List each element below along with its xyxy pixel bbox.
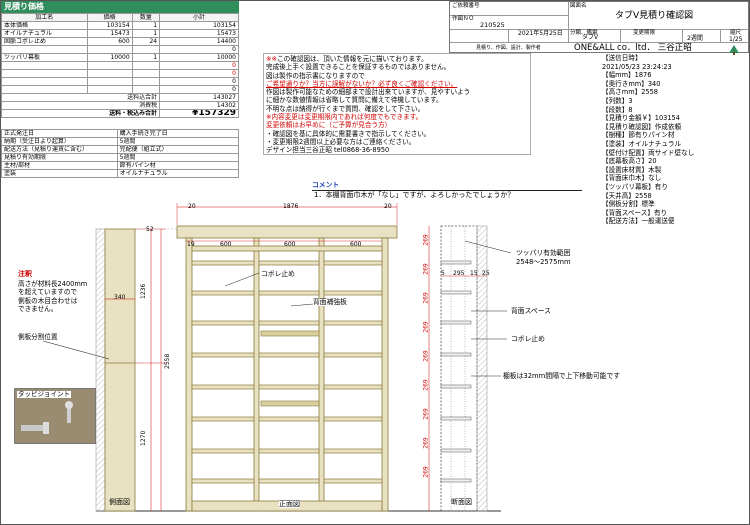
page: 見積り価格 加工名 価格 数量 小計 本体価格 103154 1 103154 オイルナチュラル… <box>0 0 750 525</box>
front-view <box>176 203 398 512</box>
front-shelf <box>258 416 320 422</box>
side-view <box>95 228 166 512</box>
side-dim-depth: 340 <box>114 294 126 301</box>
front-shelf <box>191 290 255 296</box>
joint-photo: タッピジョイント <box>14 388 96 444</box>
front-shelf <box>191 320 255 326</box>
section-spill: コボレ止め <box>511 335 545 343</box>
front-view-caption: 正面図 <box>279 500 300 508</box>
section-view-caption: 断面図 <box>451 498 472 506</box>
front-dim-col3: 600 <box>350 241 362 248</box>
section-pitch-label: 269 <box>422 466 430 478</box>
section-dim-depth: 295 <box>453 270 465 277</box>
section-shelf <box>440 260 472 265</box>
warning-line: を超えていますので <box>18 288 78 297</box>
section-tension-range: 2548〜2575mm <box>516 258 571 266</box>
front-shelf <box>258 384 320 390</box>
side-dim-top: 52 <box>146 226 154 233</box>
front-shelf <box>258 290 320 296</box>
front-dim-left: 20 <box>188 203 196 210</box>
section-pitch-labels: 269 269 269 269 269 269 269 269 269 <box>421 234 431 507</box>
front-spill-label: コボレ止め <box>261 270 295 278</box>
side-view-caption: 側面図 <box>109 498 130 506</box>
section-shelf <box>440 352 472 357</box>
warning-text: 高さが材料長2400mm を超えていますので 側板の木目合わせは できません。 <box>18 280 87 313</box>
front-dim-col1: 600 <box>220 241 232 248</box>
front-shelf <box>323 416 383 422</box>
split-label: 側板分割位置 <box>18 333 58 341</box>
warning-title: 注釈 <box>18 270 32 278</box>
section-shelf <box>440 320 472 325</box>
front-shelf <box>258 260 320 266</box>
front-shelf <box>191 448 255 454</box>
front-dim-width: 1876 <box>283 203 299 210</box>
front-dim-side: 19 <box>187 241 195 248</box>
front-reinforce-label: 背面補強板 <box>313 298 347 306</box>
warning-line: 側板の木目合わせは <box>18 296 78 305</box>
section-shelf <box>440 416 472 421</box>
front-shelf <box>323 320 383 326</box>
section-movable-note: 棚板は32mm間隔で上下移動可能です <box>503 372 621 380</box>
split-leader <box>21 340 113 361</box>
front-shelf <box>191 384 255 390</box>
warning-line: できません。 <box>18 304 58 313</box>
front-shelf <box>323 384 383 390</box>
section-tension-label: ツッパリ有効範囲 <box>516 249 571 257</box>
section-shelf <box>440 448 472 453</box>
front-shelf <box>323 260 383 266</box>
section-pitch-label: 269 <box>422 234 430 246</box>
front-shelf <box>258 320 320 326</box>
section-view <box>428 225 512 512</box>
section-pitch-label: 269 <box>422 379 430 391</box>
section-pitch-label: 269 <box>422 263 430 275</box>
side-dim-total: 2558 <box>164 353 171 369</box>
section-pitch-label: 269 <box>422 437 430 449</box>
section-dim-top: 5 <box>441 270 445 277</box>
front-shelf <box>323 478 383 484</box>
front-shelf <box>323 290 383 296</box>
front-shelf <box>191 416 255 422</box>
front-dim-col2: 600 <box>284 241 296 248</box>
section-dim-rear: 15 <box>470 270 478 277</box>
front-shelf <box>191 352 255 358</box>
side-dim-upper: 1236 <box>140 283 147 299</box>
section-pitch-label: 269 <box>422 350 430 362</box>
front-shelf <box>258 448 320 454</box>
front-shelf <box>323 448 383 454</box>
section-dim-back: 25 <box>482 270 490 277</box>
section-pitch-label: 269 <box>422 292 430 304</box>
section-pitch-label: 269 <box>422 321 430 333</box>
front-shelf <box>323 352 383 358</box>
front-shelf <box>258 478 320 484</box>
section-back-space: 背面スペース <box>511 307 551 315</box>
front-shelf <box>258 352 320 358</box>
drawing-canvas <box>95 203 512 512</box>
section-shelf <box>440 478 472 483</box>
side-dim-lower: 1270 <box>140 430 147 446</box>
front-shelf <box>191 260 255 266</box>
front-shelf <box>191 478 255 484</box>
section-shelf <box>440 384 472 389</box>
joint-label: タッピジョイント <box>17 390 71 398</box>
section-shelf <box>440 290 472 295</box>
section-pitch-label: 269 <box>422 408 430 420</box>
front-dim-right: 20 <box>384 203 392 210</box>
